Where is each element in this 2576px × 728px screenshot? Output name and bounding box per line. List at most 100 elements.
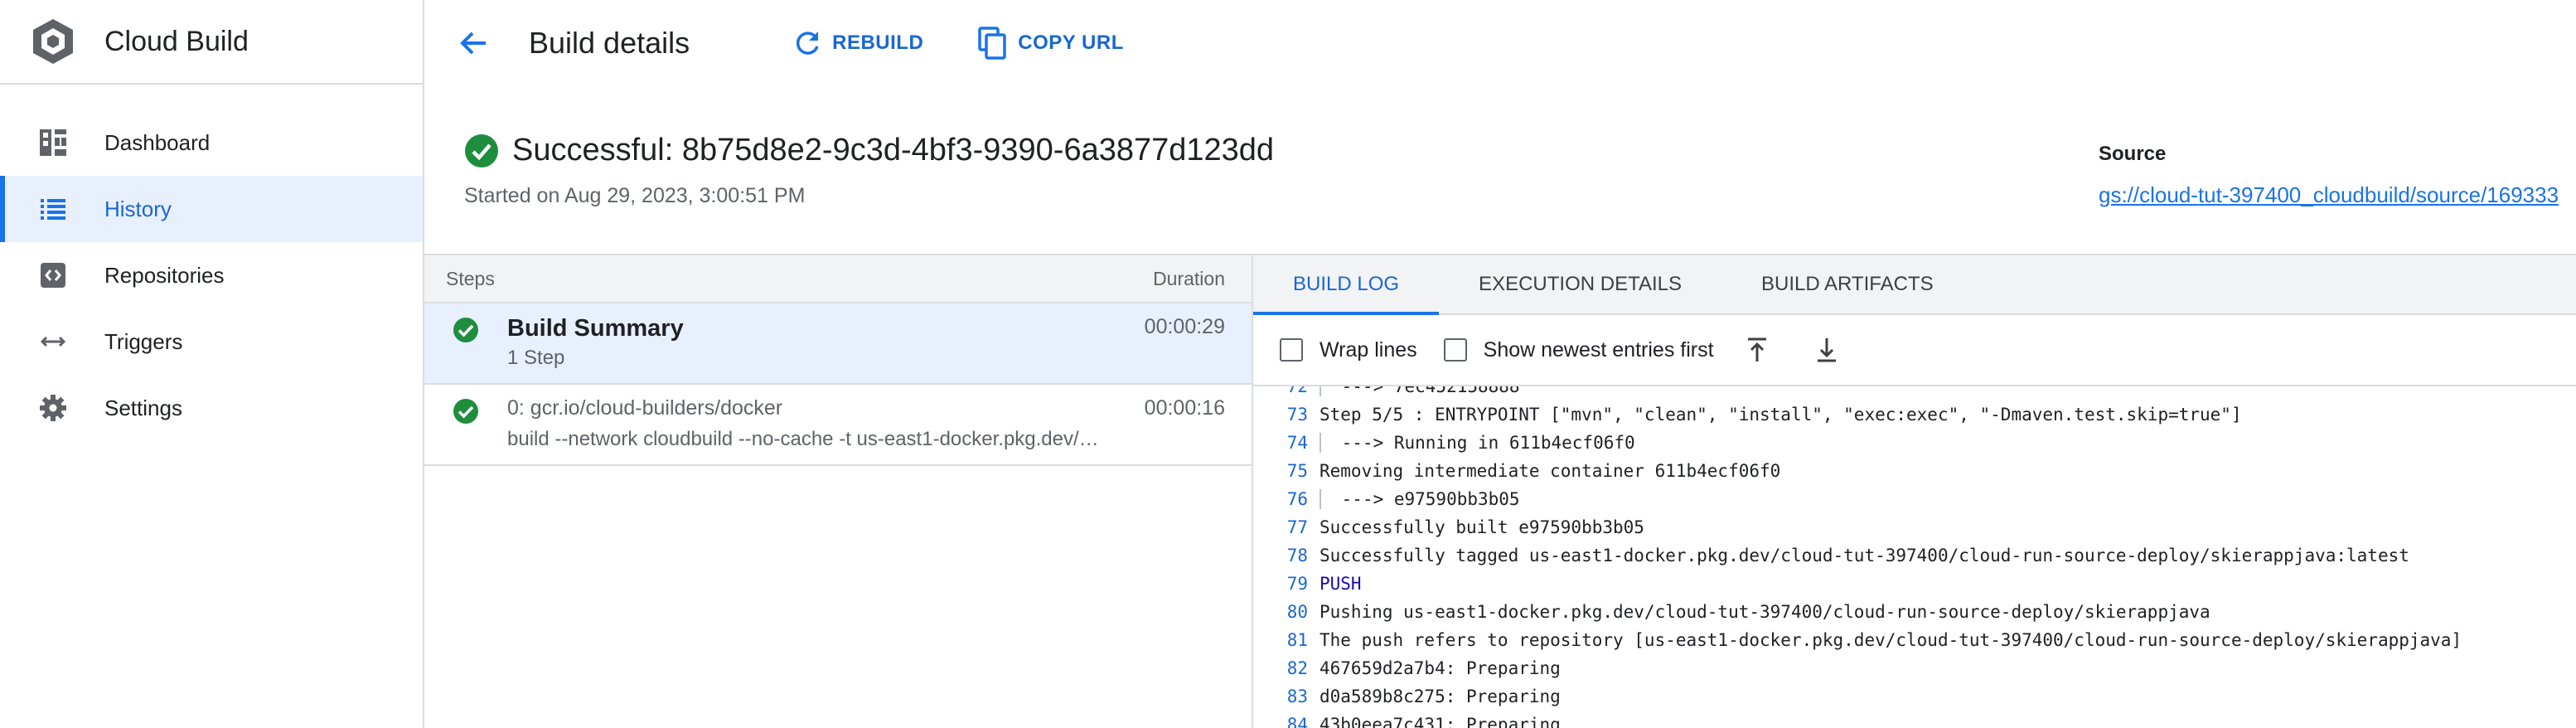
log-line-text: Successfully tagged us-east1-docker.pkg.…	[1319, 546, 2409, 565]
sidebar-item-history[interactable]: History	[0, 176, 423, 242]
tab-execution-details[interactable]: EXECUTION DETAILS	[1439, 255, 1721, 313]
log-line-text: ---> Running in 611b4ecf06f0	[1319, 433, 1635, 453]
log-line-text: 467659d2a7b4: Preparing	[1319, 658, 1561, 678]
log-line-number: 79	[1286, 574, 1308, 594]
steps-column-header: Steps	[446, 267, 495, 289]
log-line-text: Pushing us-east1-docker.pkg.dev/cloud-tu…	[1319, 602, 2210, 622]
sidebar-item-label: History	[104, 196, 172, 221]
log-line: 75 Removing intermediate container 611b4e…	[1253, 457, 2576, 485]
log-line-text: Successfully built e97590bb3b05	[1319, 517, 1644, 537]
log-line-text: ---> 7ec452158888	[1319, 386, 1520, 396]
copy-url-button[interactable]: COPY URL	[978, 27, 1124, 60]
gear-icon	[38, 393, 68, 423]
list-icon	[38, 194, 68, 224]
log-line-text: Removing intermediate container 611b4ecf…	[1319, 461, 1781, 481]
source-label: Source	[2099, 143, 2167, 165]
sidebar: Cloud Build Dashboard History Repositori…	[0, 0, 424, 728]
log-line: 74 ---> Running in 611b4ecf06f0	[1253, 429, 2576, 457]
newest-first-label: Show newest entries first	[1483, 337, 1714, 362]
sidebar-item-repositories[interactable]: Repositories	[0, 242, 423, 308]
sidebar-item-label: Repositories	[104, 262, 225, 288]
code-box-icon	[38, 260, 68, 290]
step-subtitle: 1 Step	[507, 347, 565, 369]
log-line-text: d0a589b8c275: Preparing	[1319, 687, 1561, 706]
wrap-lines-checkbox[interactable]	[1280, 338, 1303, 362]
log-line-number: 83	[1286, 687, 1308, 706]
log-line-number: 75	[1286, 461, 1308, 481]
scroll-to-bottom-icon[interactable]	[1810, 333, 1843, 366]
log-line-number: 74	[1286, 433, 1308, 453]
log-line-number: 84	[1286, 715, 1308, 728]
sidebar-item-dashboard[interactable]: Dashboard	[0, 109, 423, 176]
log-line: 72 ---> 7ec452158888	[1253, 385, 2576, 400]
step-title: Build Summary	[507, 315, 684, 342]
log-line: 80 Pushing us-east1-docker.pkg.dev/cloud-…	[1253, 598, 2576, 626]
check-circle-icon	[453, 399, 478, 424]
build-start-time: Started on Aug 29, 2023, 3:00:51 PM	[464, 184, 806, 207]
tab-build-artifacts[interactable]: BUILD ARTIFACTS	[1721, 255, 1973, 313]
log-line-number: 73	[1286, 405, 1308, 425]
log-line: 83 d0a589b8c275: Preparing	[1253, 682, 2576, 711]
log-line: 82 467659d2a7b4: Preparing	[1253, 654, 2576, 682]
wrap-lines-label: Wrap lines	[1319, 337, 1417, 362]
rebuild-button[interactable]: REBUILD	[792, 28, 923, 58]
log-line-text: 43b0eea7c431: Preparing	[1319, 715, 1561, 728]
step-row-build-summary[interactable]: Build Summary 1 Step 00:00:29	[424, 303, 1252, 385]
log-line-text: The push refers to repository [us-east1-…	[1319, 630, 2462, 650]
copy-url-label: COPY URL	[1018, 32, 1124, 54]
log-line: 73 Step 5/5 : ENTRYPOINT ["mvn", "clean",…	[1253, 400, 2576, 429]
rebuild-label: REBUILD	[832, 32, 924, 54]
log-line: 76 ---> e97590bb3b05	[1253, 485, 2576, 513]
page-header: Build details REBUILD COPY URL	[424, 0, 2576, 86]
log-line: 77 Successfully built e97590bb3b05	[1253, 513, 2576, 541]
log-line-number: 81	[1286, 630, 1308, 650]
steps-panel: Steps Duration Build Summary 1 Step 00:0…	[424, 254, 1253, 728]
sidebar-item-settings[interactable]: Settings	[0, 375, 423, 441]
steps-table-header: Steps Duration	[424, 255, 1252, 303]
duration-column-header: Duration	[1153, 267, 1225, 289]
refresh-icon	[797, 32, 819, 55]
brand-bar: Cloud Build	[0, 0, 423, 85]
step-duration: 00:00:16	[1144, 396, 1225, 420]
sidebar-item-label: Settings	[104, 395, 182, 420]
log-line: 78 Successfully tagged us-east1-docker.pk…	[1253, 541, 2576, 570]
sidebar-item-triggers[interactable]: Triggers	[0, 308, 423, 375]
copy-icon	[978, 27, 1007, 60]
log-line: 84 43b0eea7c431: Preparing	[1253, 711, 2576, 728]
step-command: build --network cloudbuild --no-cache -t…	[507, 428, 1104, 450]
log-line-number: 80	[1286, 602, 1308, 622]
log-line-number: 82	[1286, 658, 1308, 678]
check-circle-icon	[453, 318, 478, 342]
newest-first-checkbox[interactable]	[1443, 338, 1467, 362]
log-toolbar: Wrap lines Show newest entries first	[1253, 315, 2576, 385]
cloud-build-logo-icon	[33, 19, 73, 64]
log-tabs: BUILD LOG EXECUTION DETAILS BUILD ARTIFA…	[1253, 255, 2576, 315]
log-line: 79 PUSH	[1253, 570, 2576, 598]
step-duration: 00:00:29	[1144, 315, 1225, 338]
log-line-number: 72	[1286, 385, 1308, 396]
sidebar-item-label: Triggers	[104, 328, 183, 354]
scroll-to-top-icon[interactable]	[1741, 333, 1774, 366]
app-title: Cloud Build	[104, 25, 249, 57]
page-title: Build details	[529, 26, 690, 60]
log-line-text: Step 5/5 : ENTRYPOINT ["mvn", "clean", "…	[1319, 405, 2242, 425]
log-line-text: PUSH	[1319, 574, 1362, 594]
log-line-number: 78	[1286, 546, 1308, 565]
source-link[interactable]: gs://cloud-tut-397400_cloudbuild/source/…	[2099, 182, 2559, 208]
step-title: 0: gcr.io/cloud-builders/docker	[507, 396, 783, 420]
tab-build-log[interactable]: BUILD LOG	[1253, 255, 1440, 315]
sidebar-nav: Dashboard History Repositories Triggers …	[0, 109, 423, 441]
sidebar-item-label: Dashboard	[104, 129, 211, 155]
dashboard-icon	[38, 128, 68, 158]
build-log-output: 72 ---> 7ec452158888 73 Step 5/5 : ENTRYP…	[1253, 385, 2576, 728]
build-summary: Successful: 8b75d8e2-9c3d-4bf3-9390-6a38…	[424, 86, 2576, 252]
log-line-number: 77	[1286, 517, 1308, 537]
check-circle-icon	[465, 133, 498, 167]
log-line: 81 The push refers to repository [us-east…	[1253, 626, 2576, 654]
arrow-left-icon	[460, 32, 486, 55]
build-status-text: Successful: 8b75d8e2-9c3d-4bf3-9390-6a38…	[512, 133, 1275, 167]
build-status: Successful: 8b75d8e2-9c3d-4bf3-9390-6a38…	[464, 133, 1274, 168]
back-button[interactable]	[451, 20, 497, 66]
log-line-text: ---> e97590bb3b05	[1319, 489, 1520, 509]
step-row-docker[interactable]: 0: gcr.io/cloud-builders/docker build --…	[424, 385, 1252, 466]
